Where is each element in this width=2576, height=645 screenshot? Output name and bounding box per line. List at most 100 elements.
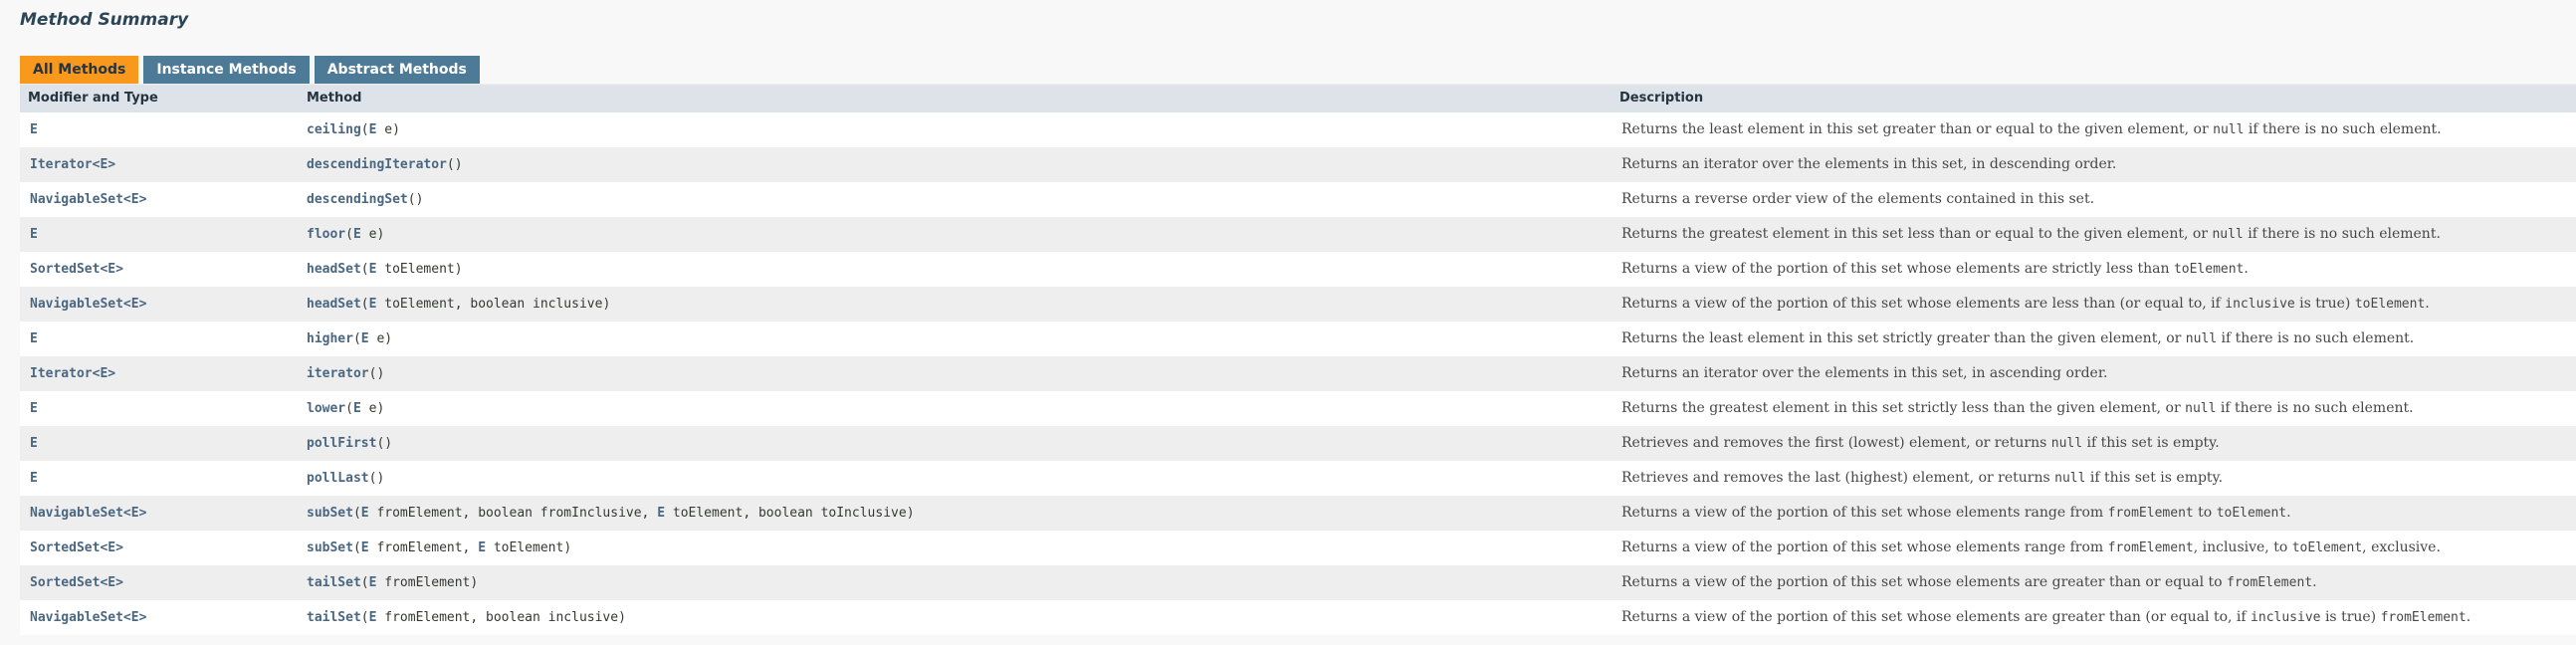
table-row: Ehigher(E e) Returns the least element in… xyxy=(20,322,2576,356)
table-row: SortedSet<E> subSet(E fromElement, E toEl… xyxy=(20,531,2576,565)
description-text: if there is no such element. xyxy=(2244,121,2442,137)
method-signature: floor(E e) xyxy=(307,217,384,252)
table-row: Eceiling(E e) Returns the least element i… xyxy=(20,112,2576,147)
param-text: fromElement xyxy=(376,575,471,590)
method-name-link[interactable]: headSet xyxy=(307,262,361,277)
tab-instance-methods[interactable]: Instance Methods xyxy=(143,56,310,84)
method-name-link[interactable]: higher xyxy=(307,331,353,346)
method-description: Returns a reverse order view of the elem… xyxy=(1619,182,2094,217)
section-title: Method Summary xyxy=(20,10,189,30)
paren-open: ( xyxy=(360,297,369,312)
param-type-link[interactable]: E xyxy=(478,540,486,555)
return-type-link[interactable]: E xyxy=(28,217,38,252)
method-name-link[interactable]: tailSet xyxy=(307,610,361,625)
return-type-link[interactable]: E xyxy=(28,112,38,147)
method-name-link[interactable]: headSet xyxy=(307,297,361,312)
method-name-link[interactable]: pollFirst xyxy=(307,436,376,451)
table-row: Iterator<E> iterator() Returns an iterator… xyxy=(20,356,2576,391)
param-text: toElement, boolean toInclusive xyxy=(665,506,907,521)
param-text: fromElement, boolean fromInclusive, xyxy=(368,506,658,521)
return-type-link[interactable]: E xyxy=(28,461,38,496)
param-type-link[interactable]: E xyxy=(353,401,361,416)
tab-all-methods[interactable]: All Methods xyxy=(20,56,139,84)
method-signature: lower(E e) xyxy=(307,391,384,426)
paren-close: ) xyxy=(376,471,385,486)
param-type-link[interactable]: E xyxy=(361,506,369,521)
return-type-link[interactable]: Iterator<E> xyxy=(28,356,115,391)
table-row: EpollFirst() Retrieves and removes the fi… xyxy=(20,426,2576,461)
method-name-link[interactable]: lower xyxy=(307,401,345,416)
table-row: Efloor(E e) Returns the greatest element … xyxy=(20,217,2576,252)
method-signature: pollLast() xyxy=(307,461,384,496)
method-name-link[interactable]: descendingSet xyxy=(307,192,408,207)
method-signature: descendingSet() xyxy=(307,182,423,217)
return-type-link[interactable]: SortedSet<E> xyxy=(28,531,123,565)
method-description: Returns a view of the portion of this se… xyxy=(1619,252,2249,287)
code-literal: null xyxy=(2213,122,2245,137)
method-description: Returns a view of the portion of this se… xyxy=(1619,287,2430,322)
method-signature: headSet(E toElement) xyxy=(307,252,463,287)
paren-close: ) xyxy=(384,436,393,451)
param-text: toElement, boolean inclusive xyxy=(376,297,603,312)
code-literal: fromElement xyxy=(2227,575,2313,590)
method-name-link[interactable]: tailSet xyxy=(307,575,361,590)
method-description: Returns the greatest element in this set… xyxy=(1619,391,2414,426)
method-name-link[interactable]: subSet xyxy=(307,540,353,555)
return-type-link[interactable]: NavigableSet<E> xyxy=(28,496,146,531)
table-row: NavigableSet<E> headSet(E toElement, bool… xyxy=(20,287,2576,322)
return-type-link[interactable]: E xyxy=(28,426,38,461)
description-text: Returns a reverse order view of the elem… xyxy=(1621,191,2095,207)
method-name-link[interactable]: pollLast xyxy=(307,471,369,486)
code-literal: null xyxy=(2185,331,2218,346)
return-type-link[interactable]: Iterator<E> xyxy=(28,147,115,182)
method-signature: subSet(E fromElement, E toElement) xyxy=(307,531,571,565)
param-text: fromElement, xyxy=(368,540,479,555)
description-text: Returns a view of the portion of this se… xyxy=(1621,609,2252,625)
description-text: Returns a view of the portion of this se… xyxy=(1621,296,2226,312)
param-type-link[interactable]: E xyxy=(353,227,361,242)
code-literal: null xyxy=(2185,401,2217,416)
return-type-link[interactable]: NavigableSet<E> xyxy=(28,182,146,217)
table-row: Elower(E e) Returns the greatest element … xyxy=(20,391,2576,426)
param-type-link[interactable]: E xyxy=(361,540,369,555)
return-type-link[interactable]: NavigableSet<E> xyxy=(28,600,146,635)
code-literal: toElement xyxy=(2291,540,2363,555)
method-name-link[interactable]: ceiling xyxy=(307,122,361,137)
code-literal: inclusive xyxy=(2225,297,2295,312)
table-row: NavigableSet<E> tailSet(E fromElement, bo… xyxy=(20,600,2576,635)
description-text: . xyxy=(2425,296,2430,312)
param-type-link[interactable]: E xyxy=(657,506,665,521)
param-type-link[interactable]: E xyxy=(361,331,369,346)
return-type-link[interactable]: SortedSet<E> xyxy=(28,565,123,600)
paren-open: ( xyxy=(360,610,369,625)
param-text: e xyxy=(368,331,385,346)
table-header: Modifier and Type Method Description xyxy=(20,85,2576,112)
return-type-link[interactable]: NavigableSet<E> xyxy=(28,287,146,322)
return-type-link[interactable]: E xyxy=(28,391,38,426)
description-text: Returns the greatest element in this set… xyxy=(1621,400,2186,416)
method-name-link[interactable]: descendingIterator xyxy=(307,157,447,172)
paren-open: ( xyxy=(352,506,361,521)
column-header-description: Description xyxy=(1619,91,1704,106)
paren-open: ( xyxy=(446,157,455,172)
code-literal: toElement xyxy=(2354,297,2426,312)
method-name-link[interactable]: floor xyxy=(307,227,345,242)
method-description: Retrieves and removes the last (highest)… xyxy=(1619,461,2223,496)
paren-close: ) xyxy=(602,297,611,312)
description-text: Retrieves and removes the last (highest)… xyxy=(1621,470,2055,486)
paren-close: ) xyxy=(384,331,393,346)
method-signature: tailSet(E fromElement, boolean inclusive… xyxy=(307,600,626,635)
method-description: Returns a view of the portion of this se… xyxy=(1619,565,2317,600)
return-type-link[interactable]: E xyxy=(28,322,38,356)
paren-close: ) xyxy=(563,540,572,555)
description-text: Returns an iterator over the elements in… xyxy=(1621,365,2108,381)
table-row: SortedSet<E> tailSet(E fromElement) Return… xyxy=(20,565,2576,600)
return-type-link[interactable]: SortedSet<E> xyxy=(28,252,123,287)
method-description: Returns a view of the portion of this se… xyxy=(1619,496,2291,531)
description-text: Returns the least element in this set gr… xyxy=(1621,121,2214,137)
method-name-link[interactable]: subSet xyxy=(307,506,353,521)
description-text: if there is no such element. xyxy=(2216,400,2414,416)
paren-close: ) xyxy=(376,366,385,381)
method-name-link[interactable]: iterator xyxy=(307,366,369,381)
tab-abstract-methods[interactable]: Abstract Methods xyxy=(314,56,480,84)
